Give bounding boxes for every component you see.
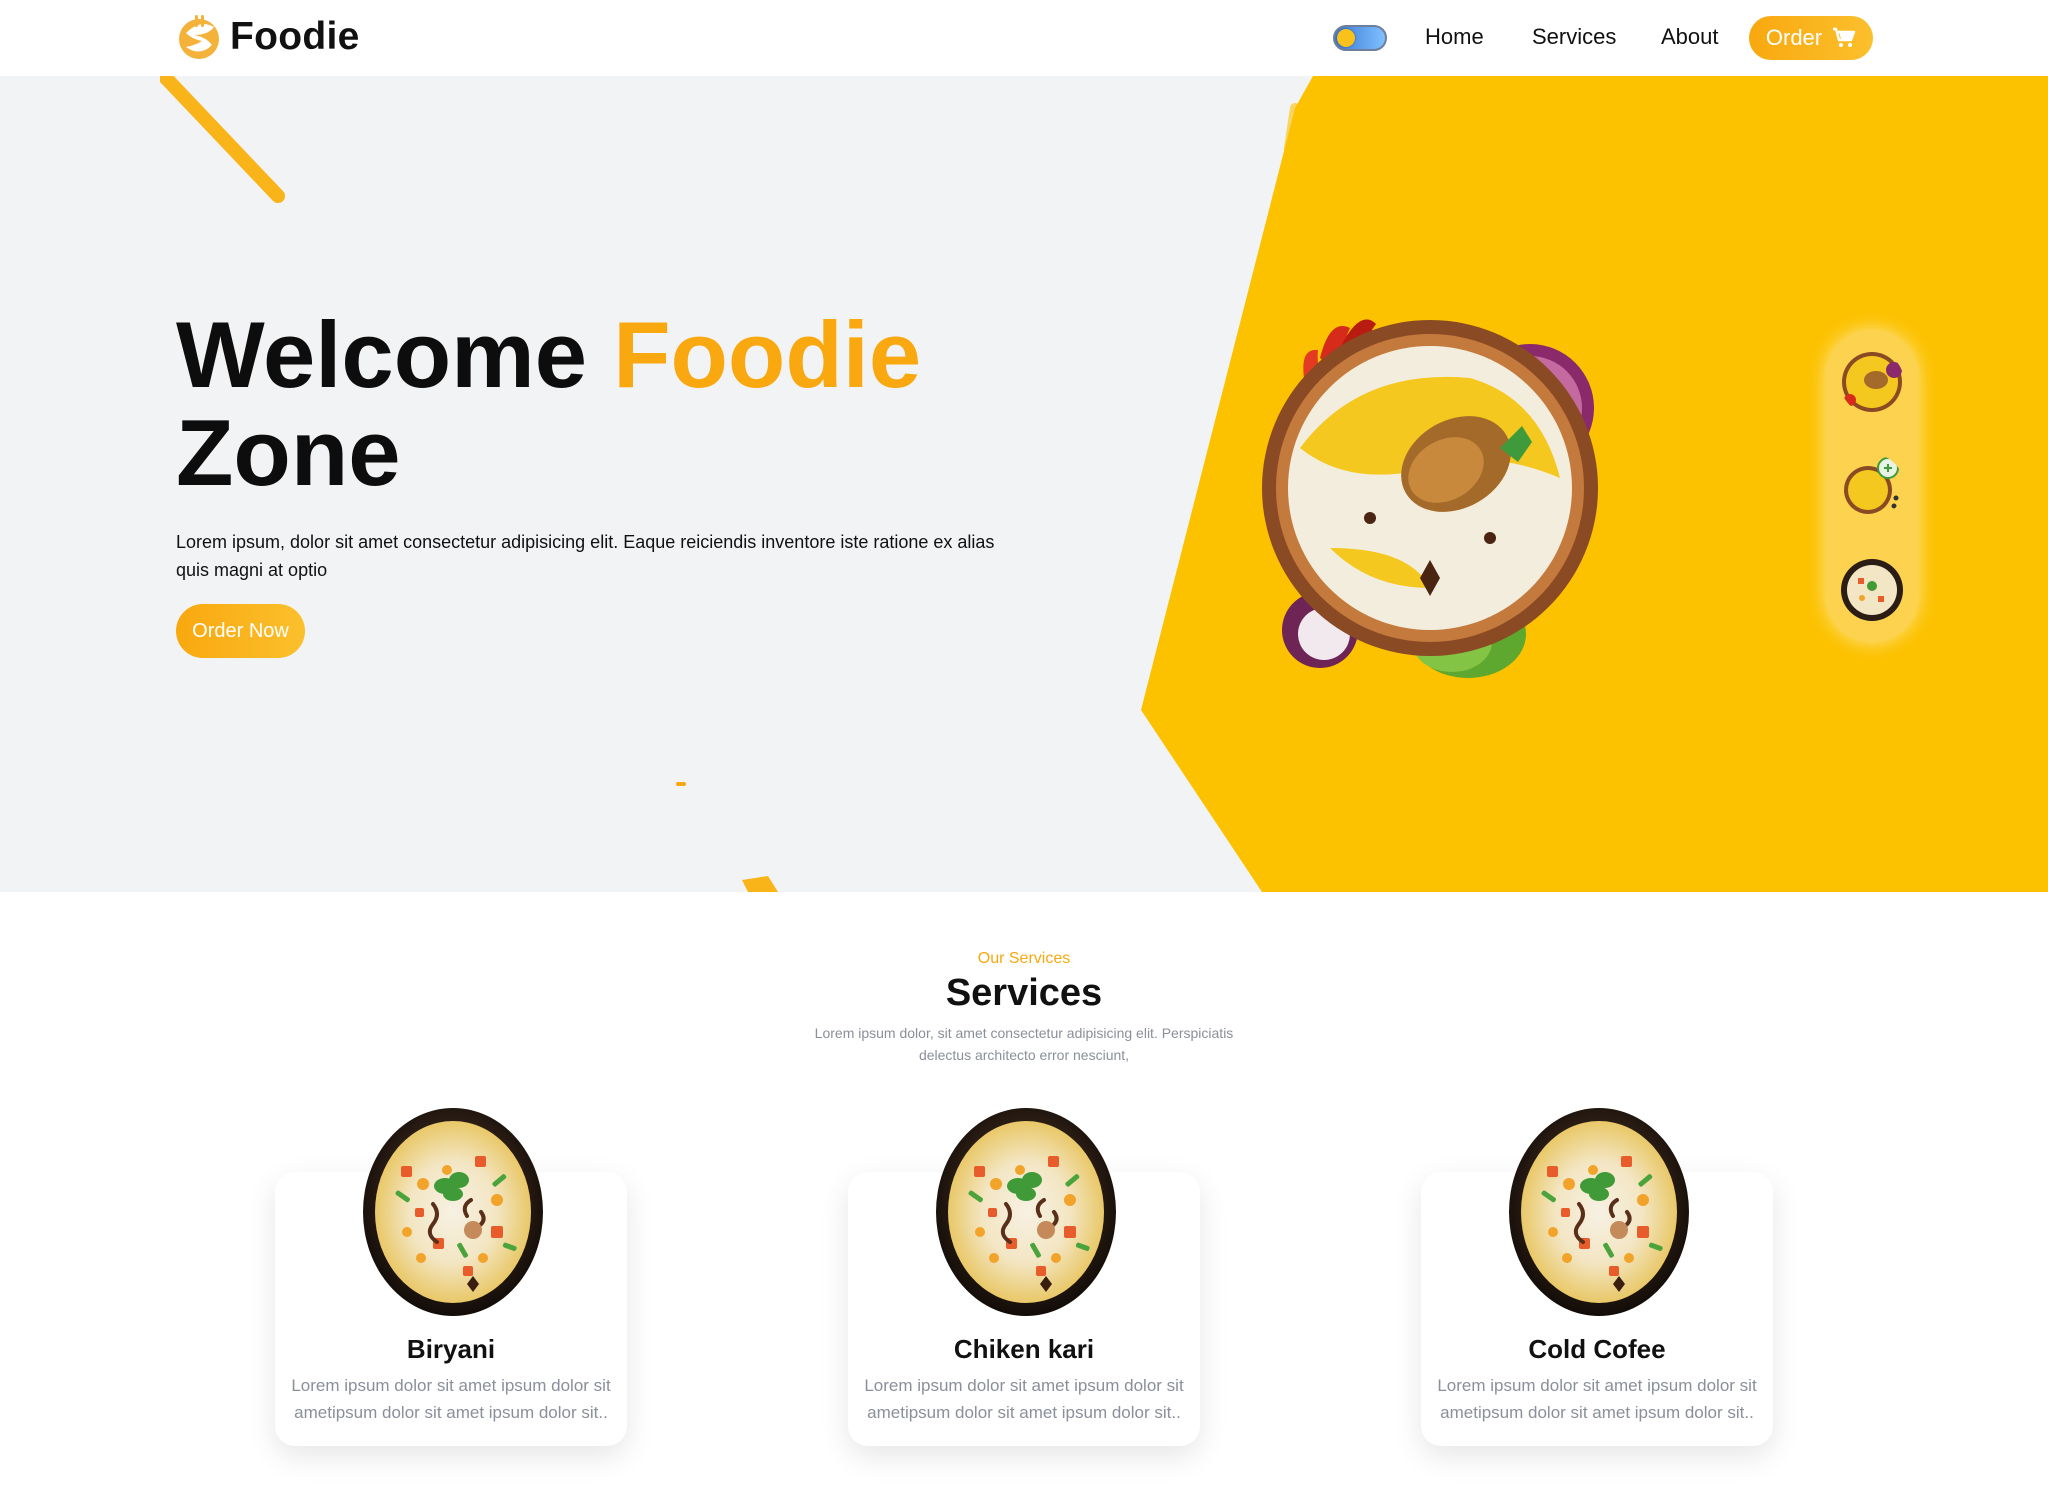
- dish-thumbnail-strip: [1826, 330, 1918, 642]
- services-description: Lorem ipsum dolor, sit amet consectetur …: [814, 1025, 1234, 1063]
- service-card-biryani[interactable]: Biryani Lorem ipsum dolor sit amet ipsum…: [275, 1172, 627, 1446]
- brand-name: Foodie: [230, 15, 360, 58]
- order-button-label: Order: [1765, 25, 1823, 50]
- decorative-streak: [160, 76, 285, 203]
- service-card-text: Lorem ipsum dolor sit amet ipsum dolor s…: [291, 1376, 611, 1422]
- hero-section: Welcome Foodie Zone Lorem ipsum, dolor si…: [0, 76, 2048, 892]
- thumbnail-veg-biryani[interactable]: [1840, 558, 1904, 622]
- hero-description: Lorem ipsum, dolor sit amet consectetur …: [176, 532, 995, 580]
- theme-toggle-knob: [1337, 29, 1355, 47]
- service-card-title: Biryani: [406, 1334, 496, 1364]
- service-card-chiken-kari[interactable]: Chiken kari Lorem ipsum dolor sit amet i…: [848, 1172, 1200, 1446]
- decorative-dot: [676, 782, 686, 786]
- nav-about-link[interactable]: About: [1661, 24, 1719, 50]
- foodie-logo-icon: [179, 15, 219, 59]
- hero-title-end: Zone: [176, 400, 401, 505]
- hero-title-accent: Foodie: [613, 302, 922, 407]
- hero-title: Welcome Foodie Zone: [176, 306, 976, 502]
- biryani-dish-image: [1262, 319, 1598, 678]
- hero-title-start: Welcome: [176, 302, 614, 407]
- brand-logo[interactable]: Foodie: [178, 11, 360, 63]
- service-card-cold-cofee[interactable]: Cold Cofee Lorem ipsum dolor sit amet ip…: [1421, 1172, 1773, 1446]
- nav-home-link[interactable]: Home: [1425, 24, 1484, 50]
- order-now-button[interactable]: Order Now: [176, 604, 305, 658]
- services-title: Services: [945, 972, 1103, 1014]
- biryani-bowl-image: [363, 1108, 543, 1316]
- service-card-title: Chiken kari: [953, 1334, 1095, 1364]
- service-card-text: Lorem ipsum dolor sit amet ipsum dolor s…: [1437, 1376, 1757, 1422]
- thumbnail-chicken-biryani[interactable]: [1840, 350, 1904, 414]
- cart-icon: [1833, 27, 1856, 47]
- service-card-title: Cold Cofee: [1528, 1334, 1666, 1364]
- decorative-streak-bottom: [742, 876, 778, 892]
- nav-services-link[interactable]: Services: [1532, 24, 1616, 50]
- chiken-kari-bowl-image: [936, 1108, 1116, 1316]
- theme-toggle-icon[interactable]: [1333, 25, 1387, 51]
- cold-cofee-bowl-image: [1509, 1108, 1689, 1316]
- navbar: Foodie Home Services About Order: [0, 0, 2048, 76]
- thumbnail-rice-plate[interactable]: [1840, 454, 1904, 518]
- services-eyebrow: Our Services: [977, 950, 1071, 967]
- service-card-text: Lorem ipsum dolor sit amet ipsum dolor s…: [864, 1376, 1184, 1422]
- order-button[interactable]: Order: [1749, 16, 1873, 60]
